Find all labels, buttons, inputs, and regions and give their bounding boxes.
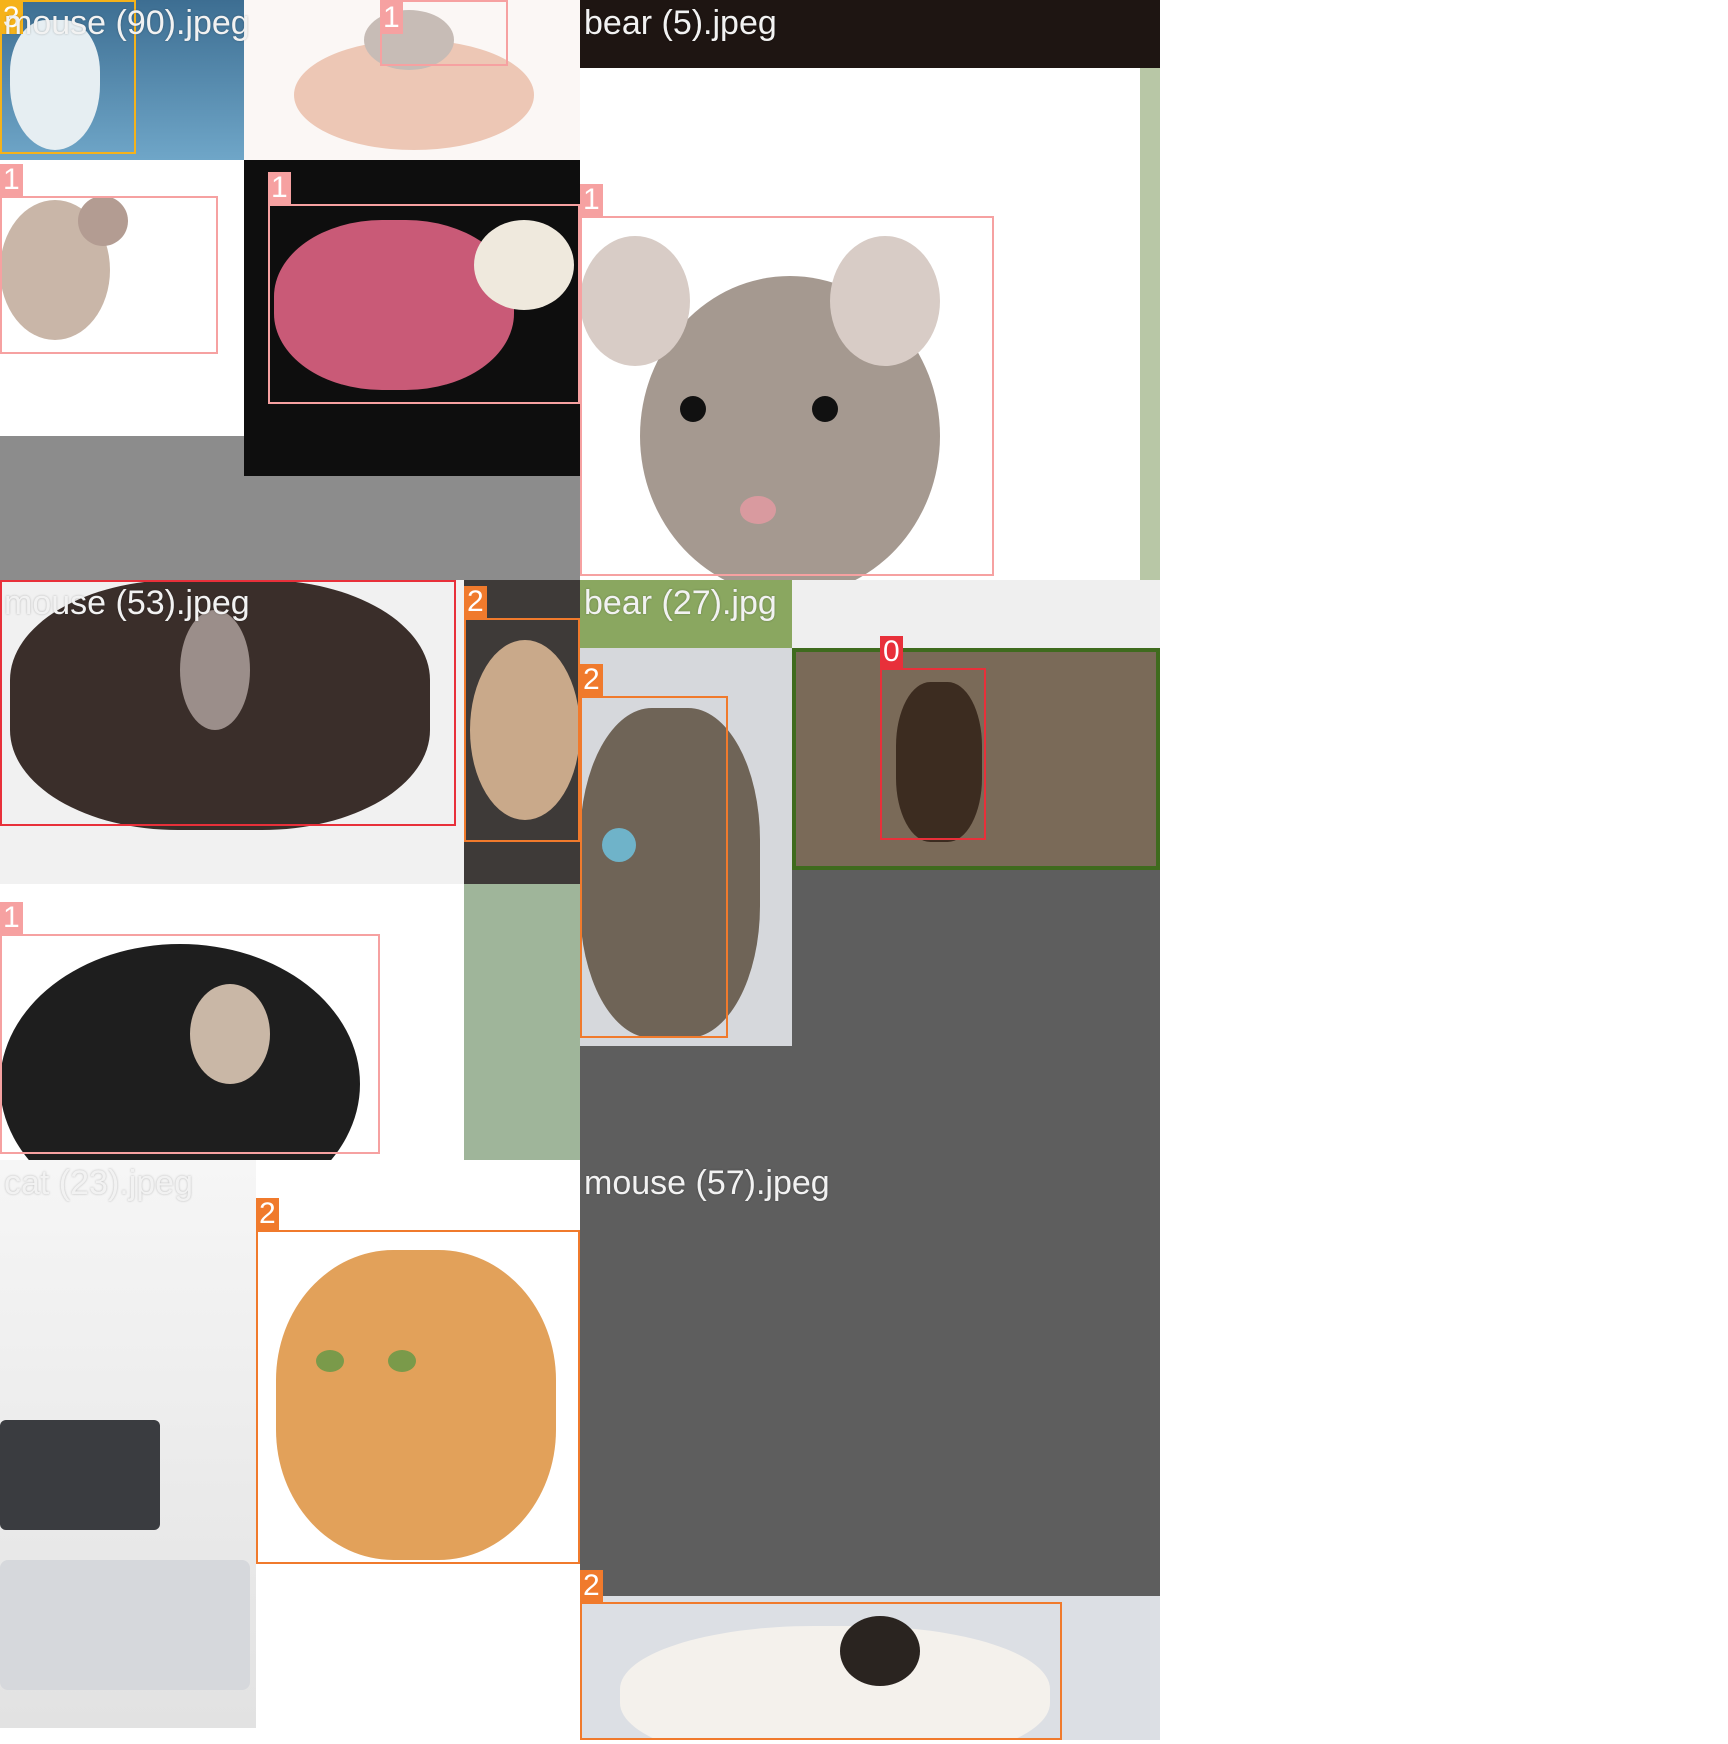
bounding-box[interactable]: 1 <box>268 172 580 404</box>
tile-filename: cat (23).jpeg <box>4 1164 193 1202</box>
tile-filename: mouse (90).jpeg <box>4 4 250 42</box>
bounding-box[interactable]: 2 <box>580 664 728 1038</box>
mosaic-grid: 3 1 1 1 mouse (90).jpeg 1 bear (5).jpeg <box>0 0 1162 1744</box>
image-crop-light <box>792 580 1160 648</box>
bounding-box[interactable]: 1 <box>0 902 380 1154</box>
class-label: 2 <box>580 1570 603 1602</box>
books-shape <box>0 1420 160 1530</box>
bounding-box[interactable]: 0 <box>880 636 986 840</box>
class-label: 1 <box>0 164 23 196</box>
bounding-box[interactable]: 1 <box>0 164 218 354</box>
mosaic-tile[interactable]: 2 0 bear (27).jpg <box>580 580 1160 1160</box>
bounding-box[interactable]: 2 <box>464 586 580 842</box>
class-label: 2 <box>464 586 487 618</box>
mosaic-tile[interactable]: 3 1 1 1 mouse (90).jpeg <box>0 0 580 580</box>
mosaic-tile[interactable]: 0 2 1 mouse (53).jpeg <box>0 580 580 1160</box>
class-label: 2 <box>256 1198 279 1230</box>
bounding-box[interactable]: 2 <box>256 1198 580 1564</box>
image-crop-green-edge <box>1140 68 1160 580</box>
class-label: 1 <box>268 172 291 204</box>
tile-filename: bear (5).jpeg <box>584 4 777 42</box>
mosaic-tile[interactable]: 2 mouse (57).jpeg <box>580 1160 1160 1740</box>
class-label: 1 <box>580 184 603 216</box>
class-label: 2 <box>580 664 603 696</box>
tile-filename: mouse (57).jpeg <box>584 1164 830 1202</box>
tile-filename: bear (27).jpg <box>584 584 777 622</box>
bounding-box[interactable]: 1 <box>380 0 508 66</box>
empty-area <box>0 436 244 580</box>
class-label: 1 <box>0 902 23 934</box>
bounding-box[interactable]: 1 <box>580 184 994 576</box>
class-label: 1 <box>380 2 403 34</box>
bounding-box[interactable]: 2 <box>580 1570 1062 1740</box>
image-crop-green-blur <box>464 884 580 1160</box>
mosaic-tile[interactable]: 1 bear (5).jpeg <box>580 0 1160 580</box>
tile-filename: mouse (53).jpeg <box>4 584 250 622</box>
laptop-shape <box>0 1560 250 1690</box>
image-crop-desk <box>0 1160 256 1728</box>
class-label: 0 <box>880 636 903 668</box>
mosaic-tile[interactable]: 2 cat (23).jpeg <box>0 1160 580 1740</box>
